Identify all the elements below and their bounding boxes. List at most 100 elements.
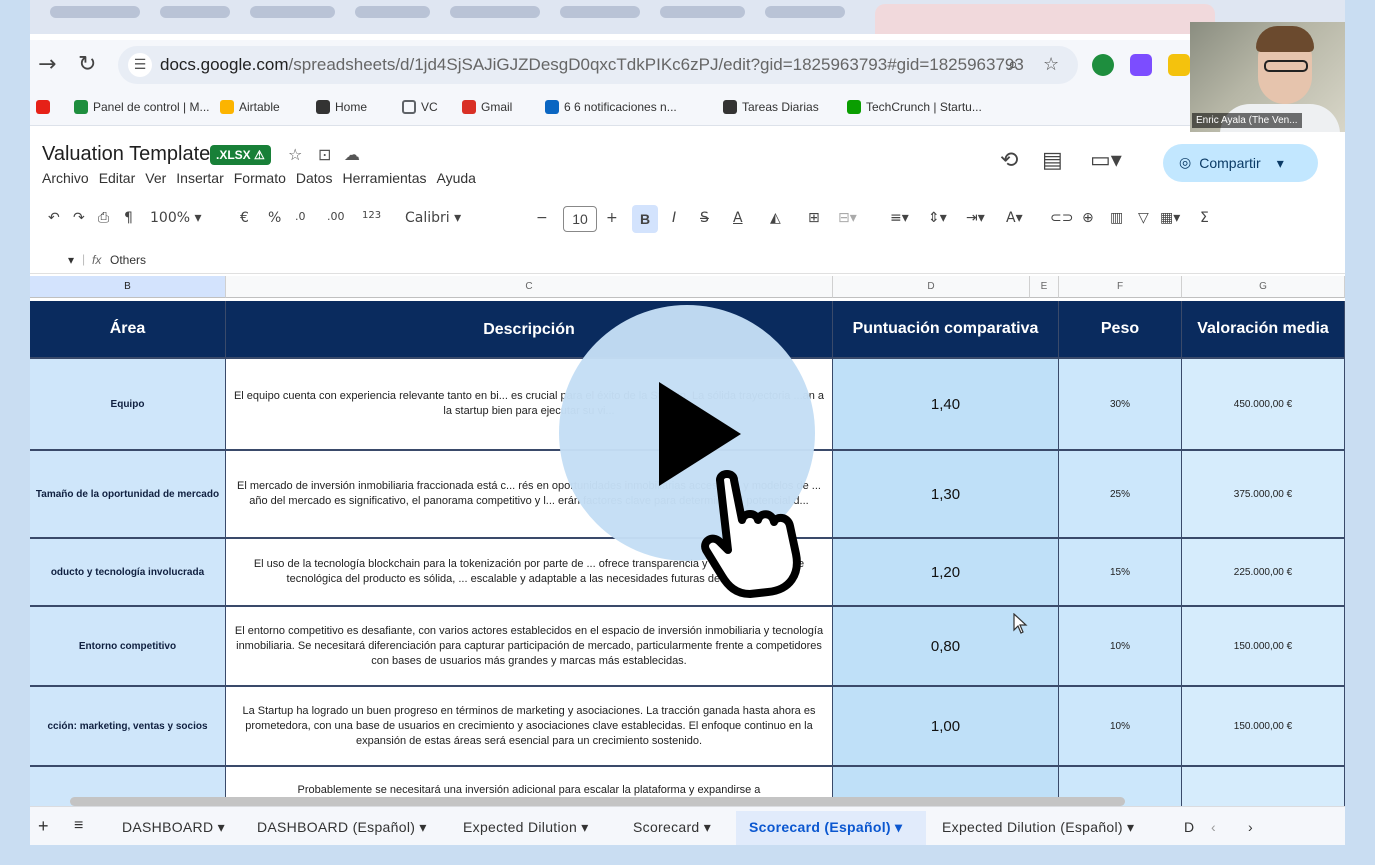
font-size-increase-button[interactable]: +: [606, 210, 618, 226]
currency-format-button[interactable]: €: [240, 210, 249, 226]
bold-button[interactable]: B: [632, 205, 658, 233]
column-header-f[interactable]: F: [1059, 276, 1182, 298]
cell-score[interactable]: 1,20: [833, 539, 1059, 605]
document-title[interactable]: Valuation Template: [42, 143, 210, 166]
column-header-e[interactable]: E: [1030, 276, 1059, 298]
increase-decimal-button[interactable]: .00: [327, 210, 345, 223]
undo-icon[interactable]: ↶: [48, 210, 60, 226]
bookmark-item[interactable]: VC: [402, 100, 438, 114]
browser-tab[interactable]: [765, 6, 845, 18]
browser-tab-active[interactable]: [875, 4, 1215, 34]
cell-weight[interactable]: 15%: [1059, 539, 1182, 605]
sheet-tab-scorecard[interactable]: Scorecard ▾: [633, 819, 711, 836]
cell-area[interactable]: Tamaño de la oportunidad de mercado: [30, 451, 226, 537]
extension-icon[interactable]: [1130, 54, 1152, 76]
chart-icon[interactable]: ▥: [1110, 210, 1123, 226]
bookmark-item[interactable]: 6 6 notificaciones n...: [545, 100, 677, 114]
sheet-tab-dashboard-es[interactable]: DASHBOARD (Español) ▾: [257, 819, 427, 836]
star-icon[interactable]: ☆: [288, 145, 302, 164]
column-header-b[interactable]: B: [30, 276, 226, 298]
borders-icon[interactable]: ⊞: [808, 210, 820, 226]
history-icon[interactable]: ⟲: [1000, 148, 1018, 173]
cell-valuation[interactable]: 375.000,00 €: [1182, 451, 1345, 537]
all-sheets-icon[interactable]: ≡: [74, 817, 84, 835]
strikethrough-button[interactable]: S̶: [700, 210, 709, 226]
sheet-tab-dashboard[interactable]: DASHBOARD ▾: [122, 819, 225, 836]
browser-tab[interactable]: [560, 6, 640, 18]
cell-description[interactable]: El entorno competitivo es desafiante, co…: [226, 607, 833, 685]
filter-icon[interactable]: ▽: [1138, 210, 1149, 226]
cell-score[interactable]: 1,30: [833, 451, 1059, 537]
cell-valuation[interactable]: 450.000,00 €: [1182, 359, 1345, 449]
forward-icon[interactable]: →: [38, 52, 56, 77]
move-folder-icon[interactable]: ⊡: [318, 145, 331, 164]
comments-icon[interactable]: ▤: [1042, 148, 1063, 173]
browser-tab[interactable]: [355, 6, 430, 18]
reload-icon[interactable]: ↻: [78, 52, 96, 77]
formula-input[interactable]: Others: [110, 253, 146, 267]
menu-formato[interactable]: Formato: [234, 170, 286, 186]
cell-weight[interactable]: 10%: [1059, 687, 1182, 765]
menu-ver[interactable]: Ver: [145, 170, 166, 186]
zoom-icon[interactable]: ⌕: [1008, 54, 1018, 75]
youtube-bookmark[interactable]: [36, 100, 50, 114]
scroll-tabs-right-icon[interactable]: ›: [1248, 819, 1253, 835]
italic-button[interactable]: I: [672, 210, 676, 226]
cell-weight[interactable]: 10%: [1059, 607, 1182, 685]
bookmark-item[interactable]: Home: [316, 100, 367, 114]
cell-score[interactable]: 1,40: [833, 359, 1059, 449]
cell-area[interactable]: cción: marketing, ventas y socios: [30, 687, 226, 765]
more-formats-button[interactable]: 123: [362, 210, 381, 221]
name-box-chevron-icon[interactable]: ▾: [68, 253, 74, 267]
meet-icon[interactable]: ▭▾: [1090, 148, 1122, 173]
menu-editar[interactable]: Editar: [99, 170, 136, 186]
column-header-g[interactable]: G: [1182, 276, 1345, 298]
bookmark-item[interactable]: Gmail: [462, 100, 512, 114]
sheet-tab-truncated[interactable]: D: [1184, 819, 1194, 835]
text-color-button[interactable]: A: [733, 210, 743, 226]
functions-icon[interactable]: Σ: [1200, 210, 1209, 226]
site-settings-icon[interactable]: ☰: [128, 53, 152, 77]
cell-valuation[interactable]: [1182, 767, 1345, 807]
header-score[interactable]: Puntuación comparativa: [833, 301, 1059, 357]
menu-herramientas[interactable]: Herramientas: [342, 170, 426, 186]
font-size-input[interactable]: 10: [563, 206, 597, 232]
menu-archivo[interactable]: Archivo: [42, 170, 89, 186]
decrease-decimal-button[interactable]: .0: [295, 210, 306, 223]
bookmark-star-icon[interactable]: ☆: [1043, 54, 1059, 75]
horizontal-scrollbar[interactable]: [70, 797, 1125, 806]
header-valuation[interactable]: Valoración media: [1182, 301, 1345, 357]
vertical-align-icon[interactable]: ⇕▾: [928, 210, 947, 226]
filter-views-icon[interactable]: ▦▾: [1160, 210, 1180, 226]
browser-tab[interactable]: [450, 6, 540, 18]
horizontal-align-icon[interactable]: ≡▾: [890, 210, 909, 226]
cell-weight[interactable]: 30%: [1059, 359, 1182, 449]
bookmark-item[interactable]: Panel de control | M...: [74, 100, 210, 114]
sheet-tab-expected-dilution-es[interactable]: Expected Dilution (Español) ▾: [942, 819, 1134, 836]
cell-area[interactable]: Entorno competitivo: [30, 607, 226, 685]
url-input[interactable]: ☰ docs.google.com/spreadsheets/d/1jd4SjS…: [118, 46, 1078, 84]
text-rotation-icon[interactable]: A▾: [1006, 210, 1023, 226]
paint-format-icon[interactable]: ¶: [124, 210, 133, 226]
menu-insertar[interactable]: Insertar: [176, 170, 223, 186]
browser-tab[interactable]: [50, 6, 140, 18]
browser-tab[interactable]: [160, 6, 230, 18]
font-select[interactable]: Calibri ▾: [405, 210, 461, 226]
column-header-c[interactable]: C: [226, 276, 833, 298]
redo-icon[interactable]: ↷: [73, 210, 85, 226]
share-button[interactable]: ◎ Compartir ▾: [1163, 144, 1318, 182]
sheet-tab-expected-dilution[interactable]: Expected Dilution ▾: [463, 819, 589, 836]
merge-cells-icon[interactable]: ⊟▾: [838, 210, 857, 226]
cell-valuation[interactable]: 150.000,00 €: [1182, 607, 1345, 685]
bookmark-item[interactable]: Airtable: [220, 100, 280, 114]
link-icon[interactable]: ⊂⊃: [1050, 210, 1073, 226]
zoom-select[interactable]: 100% ▾: [150, 210, 202, 226]
header-weight[interactable]: Peso: [1059, 301, 1182, 357]
cell-description[interactable]: La Startup ha logrado un buen progreso e…: [226, 687, 833, 765]
text-wrap-icon[interactable]: ⇥▾: [966, 210, 985, 226]
font-size-decrease-button[interactable]: −: [536, 210, 548, 226]
cell-valuation[interactable]: 225.000,00 €: [1182, 539, 1345, 605]
cell-area[interactable]: Equipo: [30, 359, 226, 449]
print-icon[interactable]: ⎙: [98, 210, 109, 226]
extension-icon[interactable]: [1168, 54, 1190, 76]
